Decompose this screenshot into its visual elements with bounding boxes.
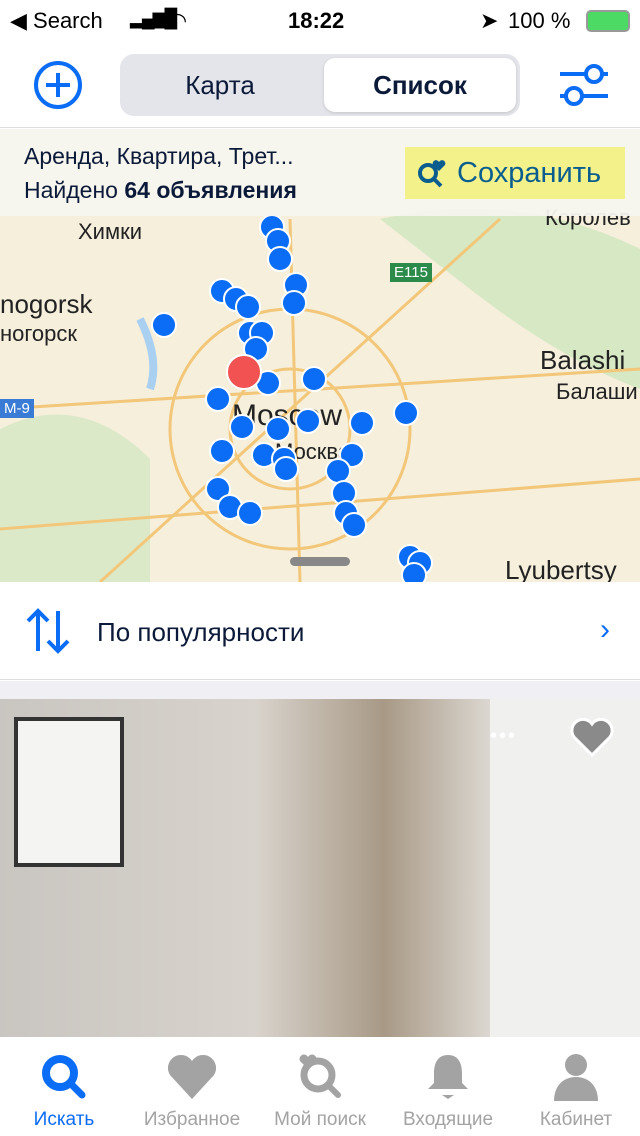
search-icon: [42, 1055, 86, 1099]
road-sign: M-9: [0, 399, 34, 418]
user-icon: [554, 1054, 598, 1101]
tab-inbox[interactable]: Входящие: [384, 1037, 512, 1136]
map-pin[interactable]: [393, 400, 419, 426]
selected-map-pin[interactable]: [226, 354, 262, 390]
tab-list[interactable]: Список: [324, 58, 516, 112]
drag-handle[interactable]: [290, 557, 350, 566]
bell-icon: [428, 1055, 468, 1099]
map-label: Химки: [78, 219, 143, 244]
tab-account[interactable]: Кабинет: [512, 1037, 640, 1136]
results-count: Найдено 64 объявления: [24, 177, 297, 203]
map-pin[interactable]: [151, 312, 177, 338]
map-pin[interactable]: [281, 290, 307, 316]
divider: [0, 681, 640, 699]
map-pin[interactable]: [301, 366, 327, 392]
location-icon: ➤: [480, 8, 499, 33]
wifi-icon: ◠: [168, 8, 188, 33]
search-summary: Аренда, Квартира, Трет... Найдено 64 объ…: [0, 129, 640, 216]
map-pin[interactable]: [273, 456, 299, 482]
clock: 18:22: [288, 8, 345, 33]
map-pin[interactable]: [209, 438, 235, 464]
save-search-icon: [418, 160, 446, 188]
map-pin[interactable]: [229, 414, 255, 440]
map-pin[interactable]: [349, 410, 375, 436]
tab-my-search[interactable]: Мой поиск: [256, 1037, 384, 1136]
map-label: Lyubertsy: [505, 555, 617, 582]
sort-icon: [26, 608, 70, 654]
map-label: Balashi: [540, 345, 626, 375]
sort-label: По популярности: [97, 617, 305, 647]
road-sign: E115: [390, 263, 432, 282]
filter-summary: Аренда, Квартира, Трет...: [24, 143, 294, 169]
save-search-button[interactable]: Сохранить: [405, 147, 625, 199]
status-bar: ◀ Search ▂▄▆█ ◠ 18:22 ➤ 100 %: [0, 0, 640, 42]
chevron-right-icon: ›: [600, 613, 610, 646]
more-photos-icon[interactable]: •••: [490, 725, 517, 748]
heart-icon: [167, 1054, 217, 1099]
map-pin[interactable]: [341, 512, 367, 538]
favorite-heart-icon[interactable]: [568, 715, 616, 759]
map-pin[interactable]: [267, 246, 293, 272]
sort-row[interactable]: По популярности ›: [0, 583, 640, 680]
tab-map[interactable]: Карта: [124, 58, 316, 112]
saved-search-icon: [299, 1054, 341, 1098]
map-pin[interactable]: [295, 408, 321, 434]
map-pin[interactable]: [235, 294, 261, 320]
map-label: nogorsk: [0, 289, 93, 319]
map-label: ногорск: [0, 321, 78, 346]
map-label: Балаши: [556, 379, 638, 404]
map-pin[interactable]: [401, 562, 427, 582]
tab-favorites[interactable]: Избранное: [128, 1037, 256, 1136]
listing-photo[interactable]: •••: [0, 699, 640, 1037]
map-pin[interactable]: [265, 416, 291, 442]
back-to-search[interactable]: ◀ Search: [10, 8, 103, 34]
map-pin[interactable]: [205, 386, 231, 412]
map-view[interactable]: Химки nogorsk ногорск Balashi Балаши Кор…: [0, 129, 640, 582]
map-pin[interactable]: [237, 500, 263, 526]
top-nav: Карта Список: [0, 42, 640, 128]
battery-icon: [586, 10, 630, 32]
battery-text: 100 %: [508, 8, 571, 33]
filter-icon[interactable]: [558, 60, 610, 110]
tab-bar: Искать Избранное Мой поиск Входящие Каби…: [0, 1037, 640, 1136]
view-switch: Карта Список: [120, 54, 520, 116]
wall-picture: [14, 717, 124, 867]
tab-search[interactable]: Искать: [0, 1037, 128, 1136]
add-icon[interactable]: [33, 60, 83, 110]
